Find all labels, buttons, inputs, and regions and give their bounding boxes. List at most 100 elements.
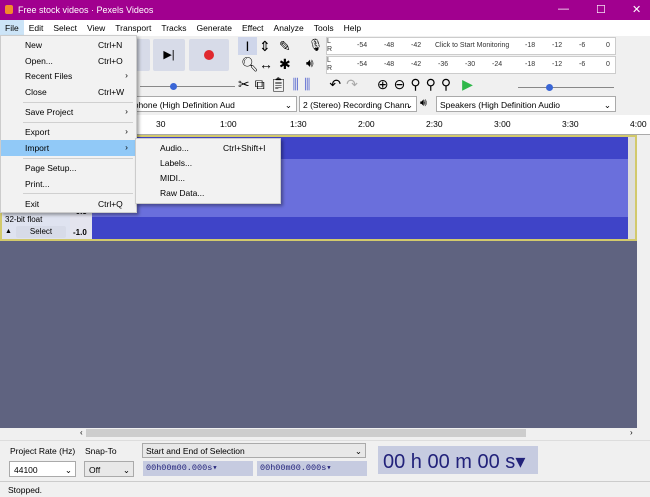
collapse-icon[interactable]: ▲	[5, 228, 12, 235]
tools-toolbar: I ⇕ ✎ 🔍︎ ↔ ✱	[238, 37, 298, 75]
title-bar: Free stock videos · Pexels Videos — ☐ ✕	[0, 0, 650, 20]
menu-item-import-midi[interactable]: MIDI...	[136, 170, 280, 186]
playback-meter[interactable]: LR -54 -48 -42 -36 -30 -24 -18 -12 -6 0	[326, 56, 616, 74]
tick: 0	[606, 61, 610, 68]
menu-select[interactable]: Select	[48, 20, 82, 36]
zoom-tool-icon[interactable]: 🔍︎	[241, 55, 259, 74]
snap-to-select[interactable]: Off ⌄	[84, 461, 134, 477]
trim-icon[interactable]: ⫼	[293, 76, 299, 93]
menu-item-open[interactable]: Open... Ctrl+O	[1, 53, 136, 69]
paste-icon[interactable]: 📋︎	[270, 76, 288, 93]
selection-mode-select[interactable]: Start and End of Selection ⌄	[142, 443, 366, 458]
zoom-toggle-icon[interactable]: ⚲	[441, 76, 451, 93]
vertical-scrollbar[interactable]	[637, 135, 650, 428]
selection-start-time[interactable]: 00h00m00.000s▾	[143, 461, 253, 476]
fit-project-icon[interactable]: ⚲	[426, 76, 436, 93]
menu-generate[interactable]: Generate	[192, 20, 237, 36]
timeshift-tool-icon[interactable]: ↔	[259, 55, 273, 74]
tick: -48	[384, 42, 395, 49]
menu-item-import-raw-data[interactable]: Raw Data...	[136, 185, 280, 201]
ruler-label: 3:00	[494, 119, 511, 129]
status-text: Stopped.	[8, 485, 43, 495]
timeline-ruler[interactable]: 30 1:00 1:30 2:00 2:30 3:00 3:30 4:00	[92, 115, 650, 135]
tick: -30	[465, 61, 476, 68]
menu-item-import-audio[interactable]: Audio... Ctrl+Shift+I	[136, 140, 280, 156]
microphone-icon[interactable]: 🎙︎	[308, 38, 323, 52]
record-meter[interactable]: LR -54 -48 -42 Click to Start Monitoring…	[326, 37, 616, 55]
menu-analyze[interactable]: Analyze	[269, 20, 309, 36]
menu-effect[interactable]: Effect	[237, 20, 269, 36]
channels-select[interactable]: 2 (Stereo) Recording Chann ⌄	[299, 96, 417, 112]
skip-end-button[interactable]: ▶|	[153, 39, 185, 71]
redo-icon[interactable]: ↷	[346, 76, 358, 93]
tick: -24	[492, 61, 503, 68]
copy-icon[interactable]: ⧉	[255, 76, 265, 93]
monitor-prompt[interactable]: Click to Start Monitoring	[435, 42, 509, 49]
menu-item-save-project[interactable]: Save Project ›	[1, 104, 136, 120]
menu-help[interactable]: Help	[339, 20, 366, 36]
menu-item-import-labels[interactable]: Labels...	[136, 155, 280, 171]
menu-separator	[23, 102, 133, 103]
menu-item-new[interactable]: New Ctrl+N	[1, 37, 136, 53]
speaker-icon[interactable]: 🔊︎	[306, 56, 314, 71]
menu-view[interactable]: View	[82, 20, 110, 36]
menu-separator	[23, 193, 133, 194]
recording-volume-slider[interactable]	[140, 83, 235, 90]
track-resize[interactable]	[628, 137, 635, 239]
menu-tracks[interactable]: Tracks	[156, 20, 191, 36]
project-rate-value: 44100	[14, 465, 38, 475]
window-title: Free stock videos · Pexels Videos	[18, 5, 154, 15]
output-device-select[interactable]: Speakers (High Definition Audio ⌄	[436, 96, 616, 112]
menu-separator	[23, 158, 133, 159]
input-device-value: ophone (High Definition Aud	[129, 100, 235, 110]
horizontal-scrollbar[interactable]: ‹ ›	[0, 428, 650, 439]
output-device-value: Speakers (High Definition Audio	[440, 100, 561, 110]
ruler-label: 4:00	[630, 119, 647, 129]
draw-tool-icon[interactable]: ✎	[279, 37, 291, 56]
menu-separator	[23, 122, 133, 123]
undo-icon[interactable]: ↶	[329, 76, 341, 93]
meter-r: R	[327, 65, 333, 72]
envelope-tool-icon[interactable]: ⇕	[259, 37, 271, 56]
input-device-select[interactable]: ophone (High Definition Aud ⌄	[122, 96, 297, 112]
menu-item-import[interactable]: Import ›	[1, 140, 136, 156]
menu-item-exit[interactable]: Exit Ctrl+Q	[1, 196, 136, 212]
tick: -36	[438, 61, 449, 68]
empty-track-area[interactable]	[0, 241, 637, 428]
menu-tools[interactable]: Tools	[309, 20, 339, 36]
playback-speed-slider[interactable]	[518, 84, 614, 91]
menu-item-print[interactable]: Print...	[1, 176, 136, 192]
meter-l: L	[327, 38, 331, 45]
menu-item-export[interactable]: Export ›	[1, 124, 136, 140]
menu-item-close[interactable]: Close Ctrl+W	[1, 84, 136, 100]
tick: -42	[411, 61, 422, 68]
menu-transport[interactable]: Transport	[110, 20, 156, 36]
multi-tool-icon[interactable]: ✱	[279, 55, 291, 74]
minimize-button[interactable]: —	[558, 3, 569, 15]
zoom-in-icon[interactable]: ⊕	[377, 76, 389, 93]
zoom-out-icon[interactable]: ⊖	[394, 76, 406, 93]
menu-item-page-setup[interactable]: Page Setup...	[1, 160, 136, 176]
audio-position-value: 00 h 00 m 00 s	[383, 451, 516, 473]
record-button[interactable]	[189, 39, 229, 71]
menu-item-recent-files[interactable]: Recent Files ›	[1, 68, 136, 84]
audio-position-time[interactable]: 00 h 00 m 00 s▾	[378, 446, 538, 474]
import-submenu: Audio... Ctrl+Shift+I Labels... MIDI... R…	[135, 138, 281, 204]
channels-value: 2 (Stereo) Recording Chann	[303, 100, 410, 110]
fit-selection-icon[interactable]: ⚲	[410, 76, 420, 93]
menu-edit[interactable]: Edit	[24, 20, 49, 36]
maximize-button[interactable]: ☐	[596, 3, 606, 16]
meter-r: R	[327, 46, 333, 53]
play-at-speed-icon[interactable]: ▶	[462, 76, 473, 93]
close-button[interactable]: ✕	[632, 3, 641, 16]
menu-file[interactable]: File	[0, 20, 24, 36]
selection-tool-icon[interactable]: I	[238, 37, 257, 55]
status-bar: Stopped.	[0, 481, 650, 497]
cut-icon[interactable]: ✂	[238, 76, 250, 93]
selection-end-time[interactable]: 00h00m00.000s▾	[257, 461, 367, 476]
project-rate-select[interactable]: 44100 ⌄	[9, 461, 76, 477]
select-track-button[interactable]: Select	[16, 226, 66, 238]
scroll-thumb[interactable]	[86, 429, 526, 437]
silence-icon[interactable]: ⫼	[304, 76, 310, 93]
selection-mode-value: Start and End of Selection	[146, 446, 245, 456]
